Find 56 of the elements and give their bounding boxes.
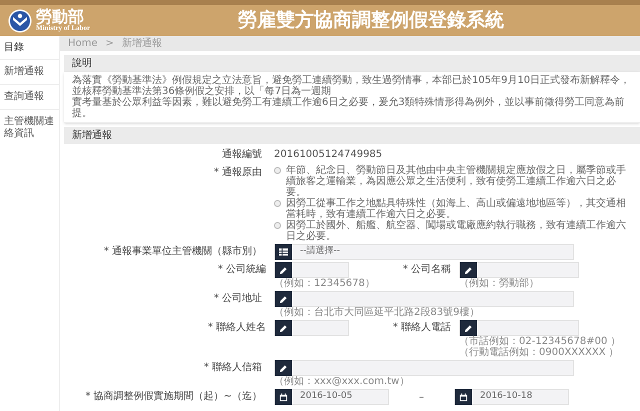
option-text: 因勞工於國外、船艦、航空器、闖場或電廠應約執行職務，致有連續工作逾六日之必要。: [286, 220, 627, 242]
section-header: 新增通報: [64, 127, 640, 144]
sidebar-heading: 目錄: [3, 41, 25, 55]
field-label: * 聯絡人信箱: [202, 361, 263, 375]
hint-text: （市話例如：02-12345678#00 ）: [459, 336, 622, 347]
input-field[interactable]: [274, 320, 349, 336]
date-value: 2016-10-05: [300, 390, 352, 404]
option-text: 因勞工從事工作之地點具特殊性（如海上、高山或偏遠地地區等），其交通相當耗時，致有連續工作逾六日之必要。: [286, 198, 627, 220]
calendar-icon: [275, 389, 292, 405]
pencil-icon: [460, 320, 477, 336]
date-value: 2016-10-18: [480, 390, 532, 404]
pencil-icon: [275, 360, 292, 376]
breadcrumb-separator: >: [106, 37, 114, 51]
list-icon: [275, 244, 292, 260]
report-number: 20161005124749985: [274, 148, 384, 162]
input-field[interactable]: [274, 360, 574, 376]
section-header: 說明: [64, 55, 640, 72]
date-field[interactable]: 2016-10-18: [454, 389, 569, 405]
radio-button[interactable]: [274, 200, 281, 207]
hint-text: （例如：台北市大同區延平北路2段83號9樓）: [274, 307, 480, 318]
range-separator: –: [419, 390, 424, 404]
sidebar-item[interactable]: 新增通報: [0, 59, 59, 84]
field-label: 通報編號: [221, 148, 263, 162]
option-text: 年節、紀念日、勞動節日及其他由中央主管機關規定應放假之日，屬季節或手續旅客之運輸業，為因應公眾之生活便利，致有使勞工連續工作逾六日之必要。: [286, 165, 627, 198]
hint-text: （例如：xxx@xxx.com.tw）: [274, 376, 410, 387]
input-field[interactable]: [459, 320, 579, 336]
logo-title: 勞動部: [36, 9, 84, 25]
field-label: * 公司名稱: [402, 263, 452, 277]
radio-button[interactable]: [274, 167, 281, 174]
hint-text: （行動電話例如：0900XXXXXX ）: [459, 347, 620, 358]
pencil-icon: [275, 262, 292, 278]
sidebar-item[interactable]: 查詢通報: [0, 84, 59, 109]
pencil-icon: [275, 320, 292, 336]
pencil-icon: [460, 262, 477, 278]
placeholder-text: --請選擇--: [300, 245, 340, 258]
field-label: * 協商調整例假實施期間（起）~（迄）: [84, 390, 263, 404]
hint-text: （例如：勞動部）: [459, 278, 540, 289]
input-field[interactable]: [459, 262, 579, 278]
input-field[interactable]: [274, 262, 349, 278]
system-title: 勞雇雙方協商調整例假登錄系統: [238, 8, 504, 34]
pencil-icon: [275, 291, 292, 307]
input-field[interactable]: [274, 291, 574, 307]
field-label: * 公司地址: [212, 292, 263, 306]
calendar-icon: [455, 389, 472, 405]
field-label: * 通報事業單位主管機關（縣市別）: [102, 244, 263, 259]
date-field[interactable]: 2016-10-05: [274, 389, 389, 405]
radio-button[interactable]: [274, 222, 281, 229]
logo-icon: [8, 8, 32, 32]
field-label: * 通報原由: [212, 166, 263, 180]
notice-text: 為落實《勞動基準法》例假規定之立法意旨，避免勞工連續勞動，致生過勞情事，本部已於105年9月10日正式發布新解釋令，並核釋勞動基準法第36條例假之安排，以「每7日為一週期 實考量基於公眾利益等因素，難以避免勞工有連續工作逾6日之必要，爰允3類特殊情形得為例外，並以事前徵得勞工同意為前提。: [64, 72, 640, 123]
field-label: * 公司統編: [216, 263, 267, 277]
field-label: * 聯絡人姓名: [206, 321, 267, 335]
sidebar-item[interactable]: 主管機關連絡資訊: [0, 109, 59, 146]
select-field[interactable]: --請選擇--: [274, 244, 574, 260]
field-label: * 聯絡人電話: [392, 320, 452, 335]
hint-text: （例如：12345678）: [274, 278, 376, 289]
